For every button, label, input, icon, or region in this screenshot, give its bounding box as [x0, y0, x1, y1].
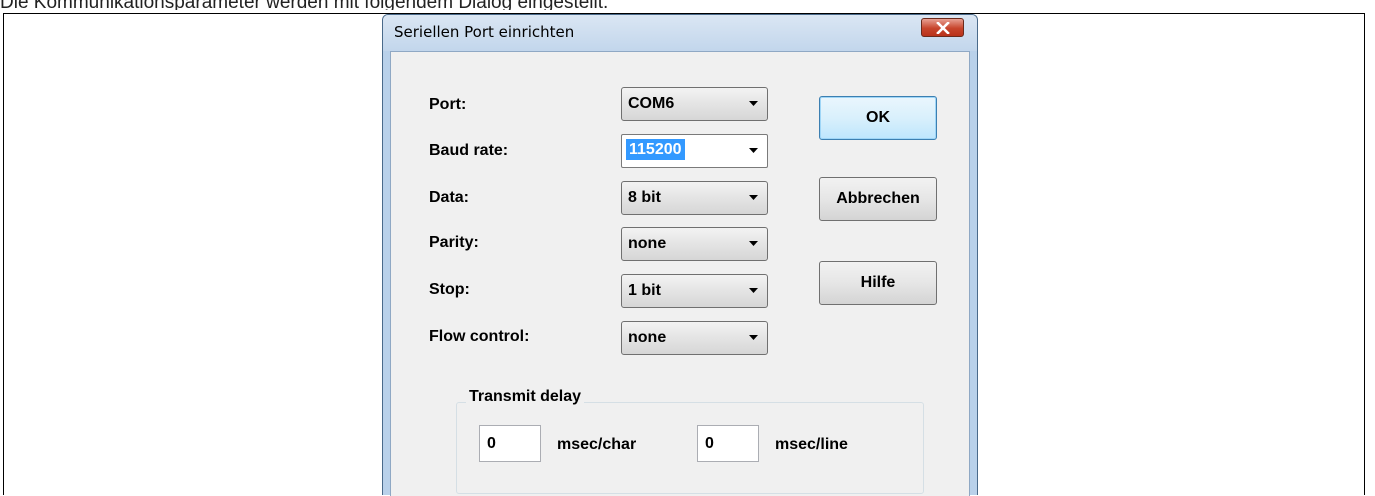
stop-bits-value: 1 bit [628, 282, 661, 299]
chevron-down-icon [749, 195, 758, 200]
serial-port-dialog: Seriellen Port einrichten Port: Baud rat… [382, 14, 978, 496]
chevron-down-icon [749, 101, 758, 106]
chevron-down-icon [749, 241, 758, 246]
parity-select[interactable]: none [621, 227, 768, 261]
flow-control-value: none [628, 329, 667, 346]
msec-per-line-value: 0 [705, 435, 714, 452]
background-document-text: Die Kommunikationsparameter werden mit f… [0, 0, 1375, 10]
close-icon [935, 21, 950, 34]
dialog-titlebar[interactable]: Seriellen Port einrichten [383, 15, 977, 51]
data-label: Data: [429, 189, 470, 206]
baud-rate-label: Baud rate: [429, 142, 509, 159]
port-value: COM6 [628, 95, 675, 112]
help-button[interactable]: Hilfe [819, 261, 937, 305]
msec-per-char-unit: msec/char [557, 436, 637, 453]
flow-control-select[interactable]: none [621, 321, 768, 355]
dialog-client-area: Port: Baud rate: Data: Parity: Stop: Flo… [390, 51, 970, 496]
ok-button[interactable]: OK [819, 96, 937, 140]
chevron-down-icon [749, 288, 758, 293]
baud-rate-select[interactable]: 115200 [621, 134, 768, 168]
msec-per-char-input[interactable]: 0 [479, 425, 541, 462]
port-label: Port: [429, 96, 467, 113]
stop-label: Stop: [429, 281, 470, 298]
data-bits-select[interactable]: 8 bit [621, 181, 768, 215]
flow-control-label: Flow control: [429, 328, 530, 345]
data-bits-value: 8 bit [628, 189, 661, 206]
port-select[interactable]: COM6 [621, 87, 768, 121]
parity-label: Parity: [429, 234, 479, 251]
msec-per-line-input[interactable]: 0 [697, 425, 759, 462]
msec-per-line-unit: msec/line [775, 436, 848, 453]
msec-per-char-value: 0 [487, 435, 496, 452]
chevron-down-icon [749, 335, 758, 340]
close-button[interactable] [921, 18, 964, 37]
baud-rate-value[interactable]: 115200 [626, 139, 685, 160]
cancel-button[interactable]: Abbrechen [819, 177, 937, 221]
parity-value: none [628, 235, 667, 252]
chevron-down-icon[interactable] [749, 148, 758, 154]
transmit-delay-title: Transmit delay [466, 388, 585, 406]
stop-bits-select[interactable]: 1 bit [621, 274, 768, 308]
dialog-title: Seriellen Port einrichten [394, 23, 575, 41]
